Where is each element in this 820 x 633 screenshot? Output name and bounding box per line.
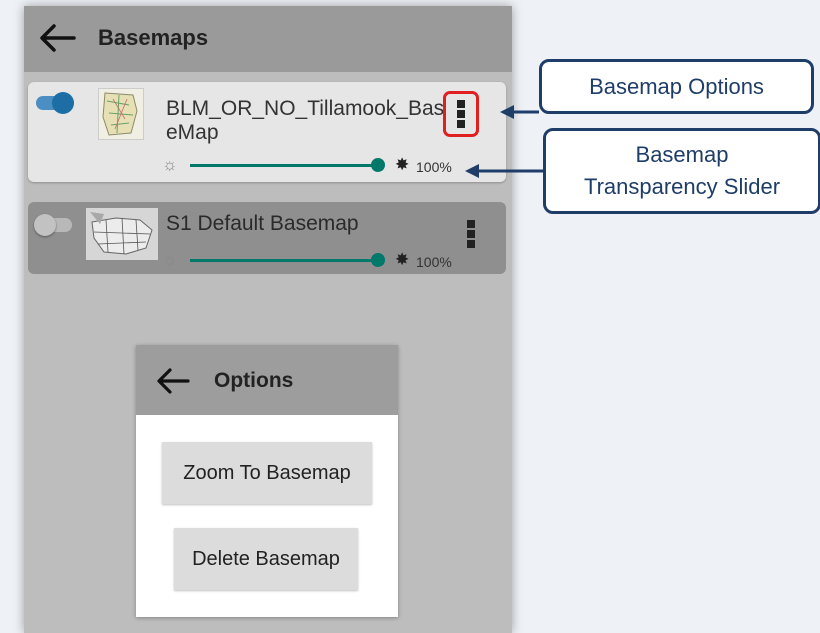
- callout-label-line2: Transparency Slider: [583, 174, 781, 199]
- basemap-item-tillamook[interactable]: BLM_OR_NO_Tillamook_BaseMap ☼ ✸ 100%: [28, 82, 506, 182]
- transparency-slider[interactable]: ☼ ✸ 100%: [162, 251, 502, 271]
- delete-basemap-button[interactable]: Delete Basemap: [174, 528, 358, 590]
- transparency-slider[interactable]: ☼ ✸ 100%: [162, 156, 502, 176]
- basemaps-screen: Basemaps BLM_OR_NO_Tillamook_BaseMap ☼ ✸…: [24, 6, 512, 633]
- basemap-options-button[interactable]: [443, 91, 479, 137]
- sun-outline-icon: ☼: [162, 155, 178, 174]
- dialog-title: Options: [214, 369, 294, 392]
- slider-track: [190, 164, 380, 167]
- slider-handle[interactable]: [371, 158, 385, 172]
- slider-handle[interactable]: [371, 253, 385, 267]
- sun-filled-icon: ✸: [395, 155, 410, 174]
- zoom-to-basemap-button[interactable]: Zoom To Basemap: [162, 442, 372, 504]
- basemap-thumbnail: [86, 208, 158, 260]
- callout-basemap-options: Basemap Options: [539, 59, 814, 114]
- callout-label: Basemap Options: [589, 74, 764, 99]
- slider-track: [190, 259, 380, 262]
- basemap-name: BLM_OR_NO_Tillamook_BaseMap: [166, 97, 445, 144]
- top-app-bar: Basemaps: [24, 6, 512, 72]
- transparency-value: 100%: [416, 159, 452, 175]
- basemap-options-button[interactable]: [456, 214, 486, 254]
- basemap-name: S1 Default Basemap: [166, 212, 359, 235]
- dialog-header: Options: [136, 345, 398, 415]
- callout-label-line1: Basemap: [635, 142, 729, 167]
- sun-outline-icon: ☼: [162, 250, 178, 269]
- basemap-item-s1-default[interactable]: S1 Default Basemap ☼ ✸ 100%: [28, 202, 506, 274]
- basemap-thumbnail: [98, 88, 144, 140]
- basemap-visibility-toggle[interactable]: [34, 214, 72, 236]
- basemap-visibility-toggle[interactable]: [36, 92, 74, 114]
- back-arrow-icon[interactable]: [156, 367, 190, 395]
- sun-filled-icon: ✸: [395, 250, 410, 269]
- transparency-value: 100%: [416, 254, 452, 270]
- callout-transparency-slider: Basemap Transparency Slider: [543, 128, 820, 214]
- back-arrow-icon[interactable]: [38, 23, 76, 53]
- options-dialog: Options Zoom To Basemap Delete Basemap: [136, 345, 398, 617]
- page-title: Basemaps: [98, 25, 209, 50]
